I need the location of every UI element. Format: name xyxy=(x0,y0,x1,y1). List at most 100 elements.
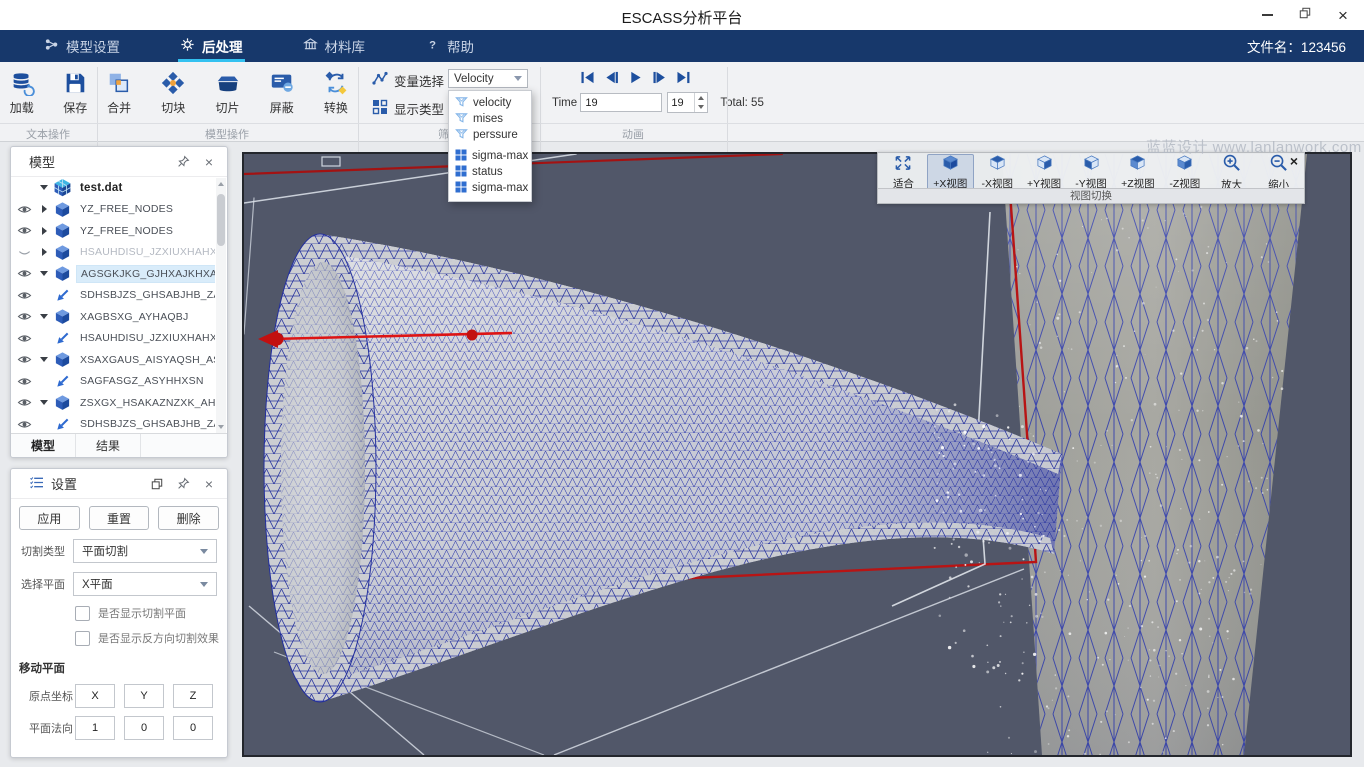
tree-item[interactable]: test.dat xyxy=(11,177,215,199)
load-button[interactable]: 加载 xyxy=(0,69,44,116)
expander-expanded-icon[interactable] xyxy=(37,357,51,362)
eye-open-icon[interactable] xyxy=(11,289,37,302)
time-input[interactable] xyxy=(580,93,662,112)
dropdown-option[interactable]: mises xyxy=(449,111,531,127)
normal-x-input[interactable] xyxy=(75,716,115,740)
convert-button[interactable]: 转换 xyxy=(314,69,358,116)
eye-open-icon[interactable] xyxy=(11,396,37,409)
cut-block-button[interactable]: 切块 xyxy=(151,69,195,116)
restore-button[interactable] xyxy=(1294,4,1316,26)
apply-button[interactable]: 应用 xyxy=(19,506,80,530)
viewport-3d[interactable] xyxy=(242,152,1352,757)
dropdown-option[interactable]: sigma-max xyxy=(449,148,531,164)
zoom-in-button[interactable]: 放大 xyxy=(1208,154,1255,191)
cut-type-select[interactable]: 平面切割 xyxy=(73,539,217,563)
slice-button[interactable]: 切片 xyxy=(205,69,249,116)
menu-postprocess[interactable]: 后处理 xyxy=(166,30,257,62)
toolbar-group-model-ops: 合并切块切片屏蔽转换 xyxy=(97,62,358,123)
tree-item[interactable]: HSAUHDISU_JZXIUXHAHX xyxy=(11,242,215,264)
origin-x-input[interactable] xyxy=(75,684,115,708)
skip-start-button[interactable] xyxy=(578,72,596,87)
normal-z-input[interactable] xyxy=(173,716,213,740)
expander-expanded-icon[interactable] xyxy=(37,400,51,405)
tree-item[interactable]: SDHSBJZS_GHSABJHB_ZAHU xyxy=(11,285,215,307)
close-icon[interactable]: × xyxy=(201,476,217,492)
tab-model[interactable]: 模型 xyxy=(11,434,76,457)
menu-material-library[interactable]: 材料库 xyxy=(289,30,380,62)
dropdown-option[interactable]: status xyxy=(449,164,531,180)
eye-open-icon[interactable] xyxy=(11,375,37,388)
view-x-pos-button[interactable]: +X视图 xyxy=(927,154,974,191)
save-button[interactable]: 保存 xyxy=(54,69,98,116)
show-reverse-cut-checkbox[interactable]: 是否显示反方向切割效果 xyxy=(75,630,227,646)
eye-open-icon[interactable] xyxy=(11,418,37,431)
play-button[interactable] xyxy=(626,72,644,87)
dropdown-option[interactable]: sigma-max xyxy=(449,180,531,196)
reset-button[interactable]: 重置 xyxy=(89,506,150,530)
frame-input[interactable] xyxy=(668,93,694,112)
spin-down-button[interactable] xyxy=(695,103,707,113)
tree-item[interactable]: SAGFASGZ_ASYHHXSN xyxy=(11,371,215,393)
checkbox-label: 是否显示切割平面 xyxy=(98,605,186,621)
tab-result[interactable]: 结果 xyxy=(76,434,141,457)
origin-z-input[interactable] xyxy=(173,684,213,708)
tree-item[interactable]: HSAUHDISU_JZXIUXHAHX xyxy=(11,328,215,350)
close-icon[interactable]: × xyxy=(1290,153,1298,169)
origin-y-input[interactable] xyxy=(124,684,164,708)
tree-item[interactable]: XAGBSXG_AYHAQBJ xyxy=(11,306,215,328)
expander-expanded-icon[interactable] xyxy=(37,314,51,319)
eye-closed-icon[interactable] xyxy=(11,246,37,259)
expander-collapsed-icon[interactable] xyxy=(37,205,51,213)
view-z-pos-button[interactable]: +Z视图 xyxy=(1114,154,1161,191)
merge-button[interactable]: 合并 xyxy=(97,69,141,116)
tree-item[interactable]: YZ_FREE_NODES xyxy=(11,220,215,242)
dropdown-option[interactable]: perssure xyxy=(449,127,531,143)
tree-item[interactable]: XSAXGAUS_AISYAQSH_ASHX xyxy=(11,349,215,371)
eye-open-icon[interactable] xyxy=(11,332,37,345)
menu-model-settings[interactable]: 模型设置 xyxy=(30,30,134,62)
pin-icon[interactable] xyxy=(175,154,191,170)
tree-item[interactable]: YZ_FREE_NODES xyxy=(11,199,215,221)
dropdown-option[interactable]: velocity xyxy=(449,95,531,111)
view-x-neg-button[interactable]: -X视图 xyxy=(974,154,1021,191)
normal-y-input[interactable] xyxy=(124,716,164,740)
view-y-pos-button[interactable]: +Y视图 xyxy=(1021,154,1068,191)
expander-expanded-icon[interactable] xyxy=(37,271,51,276)
scrollbar-thumb[interactable] xyxy=(217,194,225,246)
view-fit-button[interactable]: 适合 xyxy=(880,154,927,191)
checkbox[interactable] xyxy=(75,631,90,646)
expander-expanded-icon[interactable] xyxy=(37,185,51,190)
view-y-neg-button[interactable]: -Y视图 xyxy=(1068,154,1115,191)
eye-open-icon[interactable] xyxy=(11,203,37,216)
tree-item[interactable]: ZSXGX_HSAKAZNZXK_AHASX xyxy=(11,392,215,414)
close-button[interactable]: × xyxy=(1332,4,1354,26)
viewport-canvas[interactable] xyxy=(244,154,1350,755)
tree-item[interactable]: SDHSBJZS_GHSABJHB_ZAHU xyxy=(11,414,215,435)
expander-collapsed-icon[interactable] xyxy=(37,248,51,256)
show-cut-plane-checkbox[interactable]: 是否显示切割平面 xyxy=(75,605,227,621)
step-back-icon xyxy=(604,71,619,89)
eye-open-icon[interactable] xyxy=(11,224,37,237)
tree-scrollbar[interactable] xyxy=(216,178,226,433)
delete-button[interactable]: 删除 xyxy=(158,506,219,530)
cube-icon xyxy=(51,351,73,368)
checkbox[interactable] xyxy=(75,606,90,621)
variable-select[interactable]: Velocity xyxy=(448,69,528,88)
plane-select[interactable]: X平面 xyxy=(73,572,217,596)
eye-open-icon[interactable] xyxy=(11,310,37,323)
restore-panel-icon[interactable] xyxy=(149,476,165,492)
pin-icon[interactable] xyxy=(175,476,191,492)
close-icon[interactable]: × xyxy=(201,154,217,170)
menu-help[interactable]: ?帮助 xyxy=(411,30,488,62)
minimize-button[interactable] xyxy=(1256,4,1278,26)
step-back-button[interactable] xyxy=(602,72,620,87)
eye-open-icon[interactable] xyxy=(11,353,37,366)
view-z-neg-button[interactable]: -Z视图 xyxy=(1161,154,1208,191)
mask-button[interactable]: 屏蔽 xyxy=(260,69,304,116)
spin-up-button[interactable] xyxy=(695,93,707,103)
skip-end-button[interactable] xyxy=(674,72,692,87)
eye-open-icon[interactable] xyxy=(11,267,37,280)
step-forward-button[interactable] xyxy=(650,72,668,87)
expander-collapsed-icon[interactable] xyxy=(37,227,51,235)
tree-item[interactable]: AGSGKJKG_GJHXAJKHXA xyxy=(11,263,215,285)
